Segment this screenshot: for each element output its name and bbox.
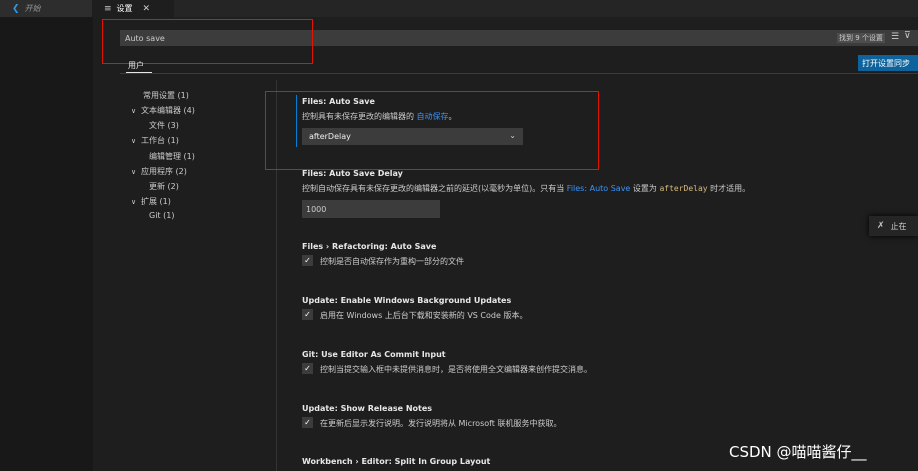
toc-item-update[interactable]: 更新 (2) <box>149 181 179 192</box>
floating-notification[interactable]: ✗ 止在 <box>869 216 918 236</box>
toc-item-files[interactable]: 文件 (3) <box>149 120 179 131</box>
desc-text: 设置为 <box>630 184 660 193</box>
tab-settings-label: 设置 <box>116 4 133 13</box>
toc-item-editor-management[interactable]: 编辑管理 (1) <box>149 151 195 162</box>
chevron-down-icon: ∨ <box>131 198 137 206</box>
tab-settings[interactable]: ≡ 设置 ✕ <box>92 0 174 17</box>
desc-text: 控制自动保存具有未保存更改的编辑器之前的延迟(以毫秒为单位)。只有当 <box>302 184 567 193</box>
toc-item-label: 编辑管理 (1) <box>149 152 195 161</box>
setting-title-refactoring-auto-save: Files › Refactoring: Auto Save <box>302 242 437 251</box>
open-settings-sync-button[interactable]: 打开设置同步 <box>858 55 918 71</box>
toc-item-application[interactable]: ∨ 应用程序 (2) <box>131 166 187 177</box>
chevron-down-icon: ∨ <box>131 107 137 115</box>
toc-item-label: 应用程序 (2) <box>141 167 187 176</box>
toc-item-git[interactable]: Git (1) <box>149 211 174 220</box>
refactoring-auto-save-checkbox[interactable]: ✓ <box>302 255 313 266</box>
notification-text: 止在 <box>890 221 907 231</box>
files-auto-save-link[interactable]: Files: Auto Save <box>567 184 631 193</box>
tab-start[interactable]: ❮ 开始 <box>0 0 92 17</box>
toc-item-text-editor[interactable]: ∨ 文本编辑器 (4) <box>131 105 195 116</box>
scope-divider <box>120 73 918 74</box>
toc-item-label: 扩展 (1) <box>141 197 171 206</box>
toc-item-workbench[interactable]: ∨ 工作台 (1) <box>131 135 179 146</box>
clear-filters-icon[interactable]: ☰ <box>891 32 899 42</box>
desc-text: 时才适用。 <box>707 184 751 193</box>
setting-title-windows-bg-updates: Update: Enable Windows Background Update… <box>302 296 512 305</box>
chevron-down-icon: ∨ <box>131 137 137 145</box>
setting-title-auto-save-delay: Files: Auto Save Delay <box>302 169 403 178</box>
git-commit-input-checkbox[interactable]: ✓ <box>302 363 313 374</box>
search-result-count: 找到 9 个设置 <box>837 33 885 43</box>
tab-user[interactable]: 用户 <box>128 60 144 71</box>
toc-item-label: Git (1) <box>149 211 175 220</box>
tab-start-label: 开始 <box>24 4 41 13</box>
chevron-down-icon: ∨ <box>131 168 137 176</box>
toc-item-label: 文件 (3) <box>149 121 179 130</box>
watermark: CSDN @喵喵酱仔__ <box>729 443 867 461</box>
toc-item-label: 工作台 (1) <box>141 136 179 145</box>
filter-icon[interactable]: ⊽ <box>904 31 911 41</box>
inline-code: afterDelay <box>659 184 708 193</box>
settings-file-icon: ≡ <box>104 3 112 14</box>
toc-item-label: 常用设置 (1) <box>143 91 189 100</box>
toc-item-extensions[interactable]: ∨ 扩展 (1) <box>131 196 171 207</box>
setting-desc-release-notes: 在更新后显示发行说明。发行说明将从 Microsoft 联机服务中获取。 <box>320 419 562 428</box>
left-editor-strip <box>0 17 93 471</box>
setting-title-release-notes: Update: Show Release Notes <box>302 404 433 413</box>
close-icon[interactable]: ✕ <box>143 4 151 14</box>
toc-item-label: 文本编辑器 (4) <box>141 106 195 115</box>
setting-desc-refactoring-auto-save: 控制是否自动保存作为重构一部分的文件 <box>320 257 464 266</box>
vscode-logo-icon: ❮ <box>12 3 20 14</box>
setting-desc-auto-save-delay: 控制自动保存具有未保存更改的编辑器之前的延迟(以毫秒为单位)。只有当 Files… <box>302 183 750 194</box>
auto-save-delay-input[interactable] <box>302 200 440 218</box>
windows-bg-updates-checkbox[interactable]: ✓ <box>302 309 313 320</box>
release-notes-checkbox[interactable]: ✓ <box>302 417 313 428</box>
setting-desc-windows-bg-updates: 启用在 Windows 上后台下载和安装新的 VS Code 版本。 <box>320 311 528 320</box>
setting-desc-git-commit-input: 控制当提交输入框中未提供消息时，是否将使用全文编辑器来创作提交消息。 <box>320 365 592 374</box>
settings-editor <box>93 17 918 471</box>
toc-item-common[interactable]: 常用设置 (1) <box>143 90 189 101</box>
setting-title-git-commit-input: Git: Use Editor As Commit Input <box>302 350 446 359</box>
highlight-box-search <box>102 19 313 64</box>
setting-title-split-in-group: Workbench › Editor: Split In Group Layou… <box>302 457 491 466</box>
highlight-box-auto-save <box>265 91 599 170</box>
editor-tab-bar: ❮ 开始 ≡ 设置 ✕ <box>0 0 918 17</box>
toc-item-label: 更新 (2) <box>149 182 179 191</box>
microphone-off-icon: ✗ <box>877 221 885 231</box>
